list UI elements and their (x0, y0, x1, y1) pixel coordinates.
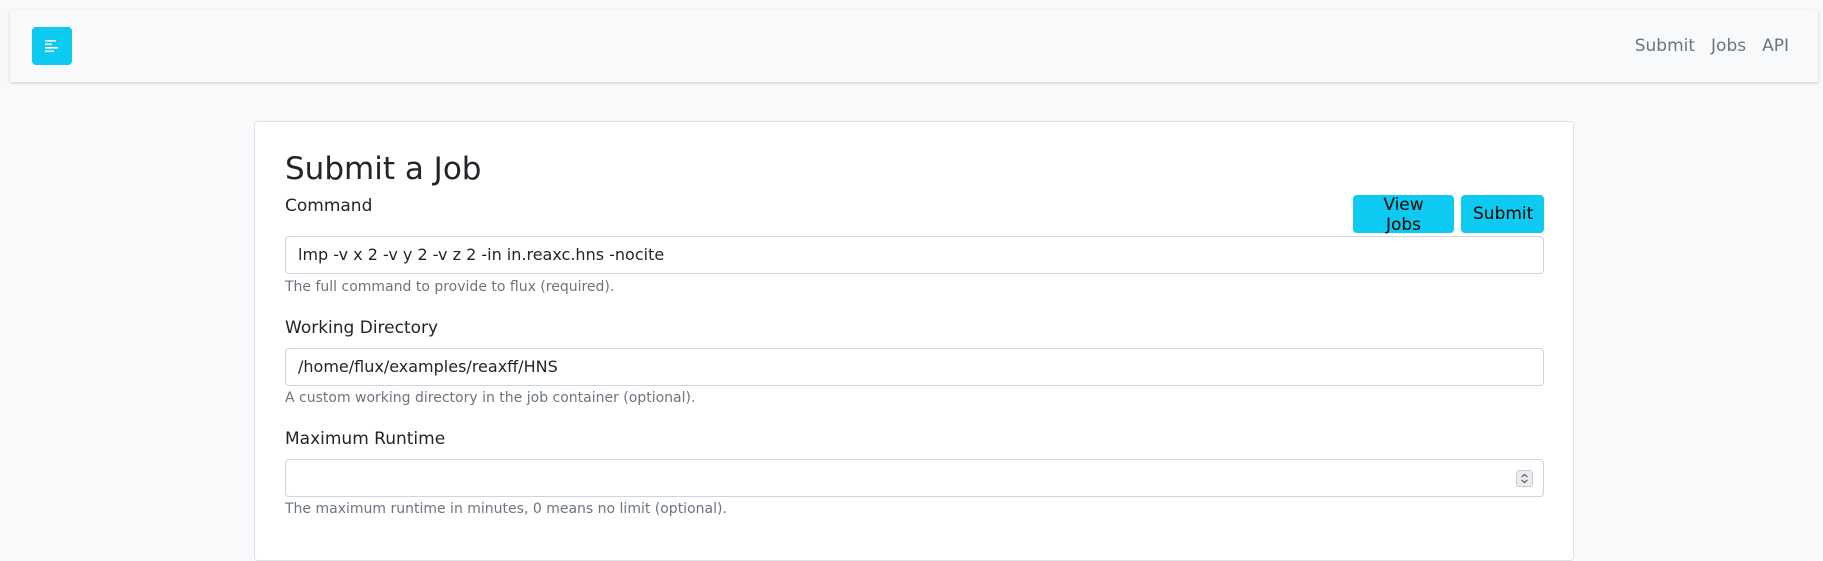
spinner-arrows-icon[interactable] (1516, 470, 1533, 487)
page-title: Submit a Job (285, 151, 482, 187)
submit-button[interactable]: Submit (1461, 195, 1544, 233)
nav-link-submit[interactable]: Submit (1635, 36, 1695, 56)
command-input[interactable]: lmp -v x 2 -v y 2 -v z 2 -in in.reaxc.hn… (285, 236, 1544, 274)
submit-job-card: Submit a Job View Jobs Submit Command lm… (254, 121, 1574, 561)
maximum-runtime-help-text: The maximum runtime in minutes, 0 means … (285, 501, 727, 517)
menu-lines-icon (44, 39, 60, 53)
nav-link-api[interactable]: API (1762, 36, 1789, 56)
maximum-runtime-input[interactable] (285, 459, 1544, 497)
command-help-text: The full command to provide to flux (req… (285, 279, 615, 295)
working-directory-input[interactable]: /home/flux/examples/reaxff/HNS (285, 348, 1544, 386)
nav-link-jobs[interactable]: Jobs (1711, 36, 1746, 56)
working-directory-label: Working Directory (285, 318, 439, 338)
nav-links: Submit Jobs API (1635, 36, 1789, 56)
command-label: Command (285, 196, 373, 216)
sidebar-toggle-button[interactable] (32, 27, 72, 65)
view-jobs-button[interactable]: View Jobs (1353, 195, 1454, 235)
navbar: Submit Jobs API (10, 10, 1818, 82)
maximum-runtime-label: Maximum Runtime (285, 429, 446, 449)
working-directory-help-text: A custom working directory in the job co… (285, 390, 696, 406)
